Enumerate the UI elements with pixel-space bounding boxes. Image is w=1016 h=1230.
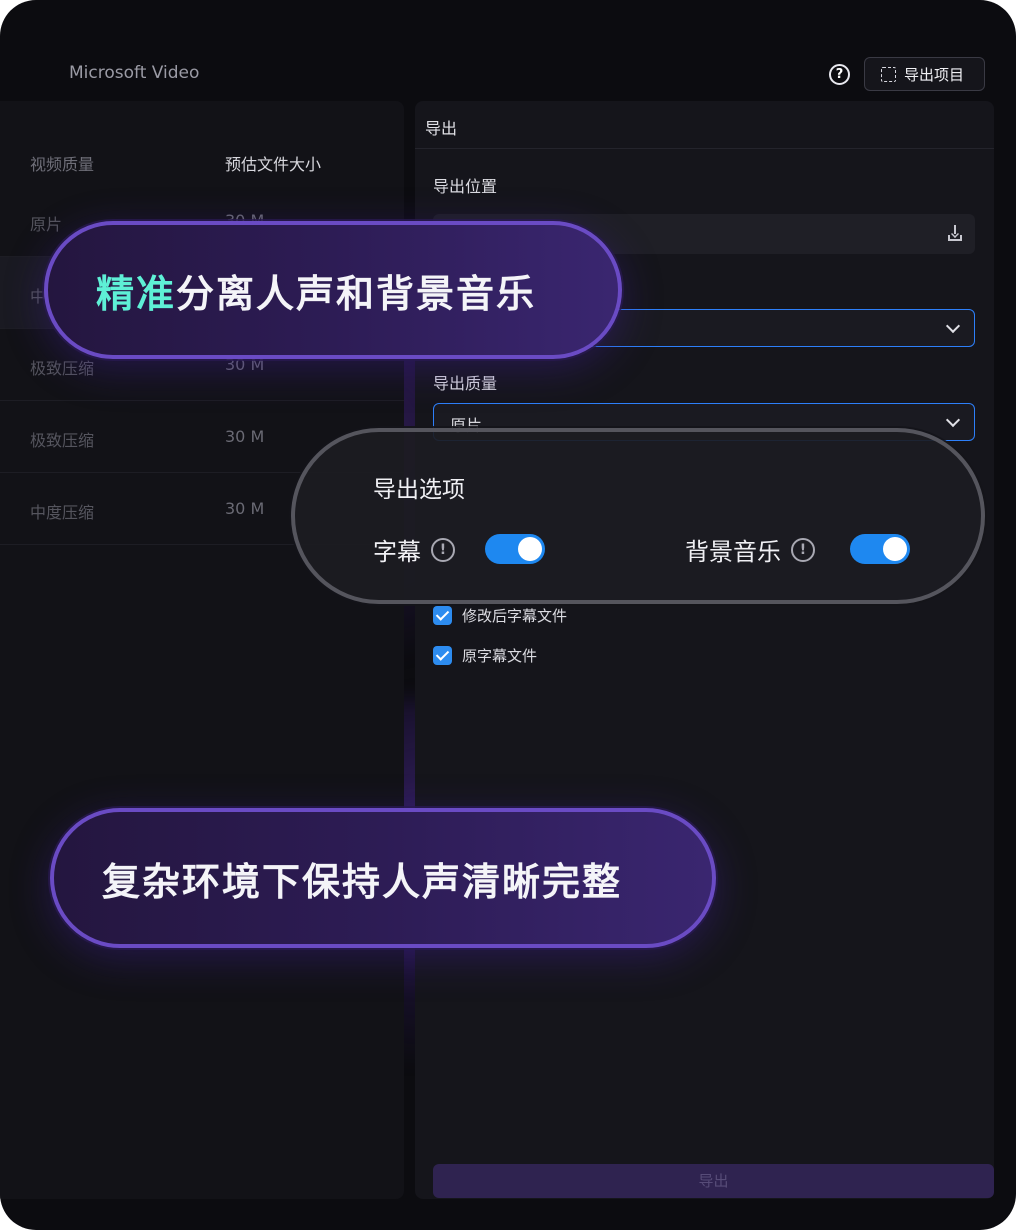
bgm-toggle[interactable] xyxy=(850,534,910,564)
checkbox-label: 修改后字幕文件 xyxy=(462,607,568,625)
export-location-label: 导出位置 xyxy=(433,177,498,196)
checkbox-label: 原字幕文件 xyxy=(462,647,538,665)
options-title: 导出选项 xyxy=(373,477,465,503)
export-button[interactable]: 导出 xyxy=(433,1164,994,1198)
question-circle-icon[interactable]: ? xyxy=(829,64,850,85)
toggle-knob xyxy=(518,537,542,561)
row-quality: 中度压缩 xyxy=(30,503,95,522)
checkbox-modified-subtitles[interactable]: 修改后字幕文件 xyxy=(433,605,567,626)
export-project-button[interactable]: 导出项目 xyxy=(864,57,985,91)
checkbox-checked-icon[interactable] xyxy=(433,646,452,665)
app-title: Microsoft Video xyxy=(69,63,200,83)
promo-accent: 精准 xyxy=(96,271,177,316)
row-quality: 极致压缩 xyxy=(30,359,95,378)
info-icon[interactable]: ! xyxy=(791,537,815,562)
promo-text: 精准分离人声和背景音乐 xyxy=(96,263,536,318)
dashed-square-icon xyxy=(881,66,896,82)
promo-banner-bottom: 复杂环境下保持人声清晰完整 xyxy=(50,808,716,948)
info-icon[interactable]: ! xyxy=(431,537,455,562)
export-options-card: 导出选项 字幕 ! 背景音乐 ! xyxy=(291,428,985,604)
row-quality: 极致压缩 xyxy=(30,431,95,450)
bgm-option: 背景音乐 ! xyxy=(685,532,815,567)
app-window: Microsoft Video ? 导出项目 视频质量 预估文件大小 原片 30… xyxy=(0,0,1016,1230)
subtitle-label: 字幕 xyxy=(373,538,421,566)
export-project-label: 导出项目 xyxy=(904,65,965,84)
subtitle-option: 字幕 ! xyxy=(373,532,455,567)
toggle-knob xyxy=(883,537,907,561)
promo-banner-top: 精准分离人声和背景音乐 xyxy=(44,221,622,359)
panel-title: 导出 xyxy=(425,119,458,138)
row-size: 30 M xyxy=(225,499,265,518)
export-quality-label: 导出质量 xyxy=(433,374,498,393)
column-header-size: 预估文件大小 xyxy=(225,155,322,174)
chevron-down-icon xyxy=(945,412,961,428)
promo-rest: 分离人声和背景音乐 xyxy=(176,271,537,316)
row-quality: 原片 xyxy=(30,215,63,234)
row-size: 30 M xyxy=(225,427,265,446)
checkbox-checked-icon[interactable] xyxy=(433,606,452,625)
bgm-label: 背景音乐 xyxy=(685,538,781,566)
chevron-down-icon xyxy=(945,318,961,334)
download-icon[interactable] xyxy=(947,225,963,241)
divider xyxy=(415,148,994,149)
subtitle-toggle[interactable] xyxy=(485,534,545,564)
column-header-quality: 视频质量 xyxy=(30,155,95,174)
promo-text: 复杂环境下保持人声清晰完整 xyxy=(102,859,623,904)
checkbox-original-subtitles[interactable]: 原字幕文件 xyxy=(433,645,537,666)
